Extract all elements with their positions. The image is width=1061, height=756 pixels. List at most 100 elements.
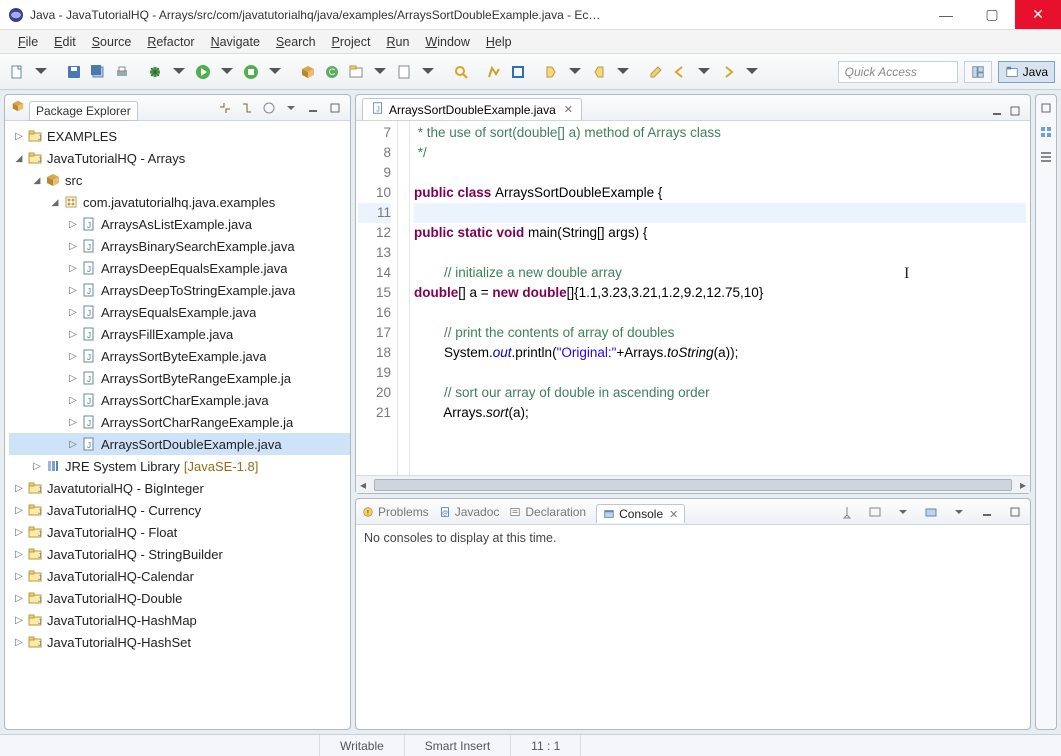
editor-code[interactable]: * the use of sort(double[] a) method of … [410,121,1030,475]
new-class-button[interactable]: C [321,61,343,83]
package-explorer-tree[interactable]: JEXAMPLESJJavaTutorialHQ - Arrayssrccom.… [5,121,350,729]
tree-item[interactable]: JJavatutorialHQ - BigInteger [9,477,350,499]
tree-item[interactable]: JArraysEqualsExample.java [9,301,350,323]
tree-item[interactable]: src [9,169,350,191]
run-dropdown[interactable] [216,61,238,83]
menu-file[interactable]: File [10,35,46,49]
new-dropdown[interactable] [30,61,52,83]
outline-view-icon[interactable] [1037,123,1055,141]
tree-item[interactable]: JArraysAsListExample.java [9,213,350,235]
toggle-block-button[interactable] [507,61,529,83]
bottom-maximize-button[interactable] [1006,503,1024,521]
tree-item[interactable]: JArraysSortDoubleExample.java [9,433,350,455]
next-dropdown[interactable] [564,61,586,83]
expand-icon[interactable] [31,461,43,472]
expand-icon[interactable] [67,351,79,362]
expand-icon[interactable] [13,615,25,626]
expand-icon[interactable] [67,329,79,340]
save-all-button[interactable] [87,61,109,83]
tree-item[interactable]: JArraysBinarySearchExample.java [9,235,350,257]
minimize-button[interactable]: — [923,0,969,29]
expand-icon[interactable] [13,483,25,494]
tree-item[interactable]: JArraysDeepToStringExample.java [9,279,350,301]
editor-minimize-button[interactable] [988,102,1006,120]
open-type-button[interactable] [345,61,367,83]
open-console-dropdown[interactable] [950,503,968,521]
tree-item[interactable]: JJavaTutorialHQ - Arrays [9,147,350,169]
expand-icon[interactable] [67,417,79,428]
menu-run[interactable]: Run [378,35,417,49]
tree-item[interactable]: JJavaTutorialHQ-Double [9,587,350,609]
editor-horizontal-scrollbar[interactable]: ◂ ▸ [356,475,1030,493]
tree-item[interactable]: com.javatutorialhq.java.examples [9,191,350,213]
quick-access-field[interactable]: Quick Access [838,61,958,83]
expand-icon[interactable] [67,241,79,252]
bottom-minimize-button[interactable] [978,503,996,521]
tree-item[interactable]: JRE System Library[JavaSE-1.8] [9,455,350,477]
display-selected-console-button[interactable] [866,503,884,521]
link-editor-button[interactable] [238,99,256,117]
expand-icon[interactable] [67,439,79,450]
tab-declaration[interactable]: Declaration [509,505,586,519]
expand-icon[interactable] [67,307,79,318]
tree-item[interactable]: JJavaTutorialHQ - Currency [9,499,350,521]
next-annotation-button[interactable] [540,61,562,83]
focus-task-button[interactable] [260,99,278,117]
search-button[interactable] [450,61,472,83]
expand-icon[interactable] [67,395,79,406]
expand-icon[interactable] [13,571,25,582]
new-button[interactable] [6,61,28,83]
fold-bar[interactable] [398,121,410,475]
editor-body[interactable]: 789101112131415161718192021 * the use of… [356,121,1030,475]
run-last-button[interactable] [240,61,262,83]
new-package-button[interactable] [297,61,319,83]
collapse-icon[interactable] [13,153,25,164]
prev-annotation-button[interactable] [588,61,610,83]
expand-icon[interactable] [13,549,25,560]
close-button[interactable]: ✕ [1015,0,1061,29]
expand-icon[interactable] [67,285,79,296]
open-console-button[interactable] [922,503,940,521]
open-type-dropdown[interactable] [369,61,391,83]
expand-icon[interactable] [13,527,25,538]
tab-console[interactable]: Console✕ [596,504,685,523]
menu-navigate[interactable]: Navigate [203,35,268,49]
editor-tab-active[interactable]: J ArraysSortDoubleExample.java ✕ [362,98,582,120]
forward-dropdown[interactable] [741,61,763,83]
collapse-icon[interactable] [49,197,61,208]
tree-item[interactable]: JArraysSortByteRangeExample.ja [9,367,350,389]
save-button[interactable] [63,61,85,83]
forward-button[interactable] [717,61,739,83]
tab-javadoc[interactable]: @Javadoc [439,505,500,519]
collapse-icon[interactable] [31,175,43,186]
toggle-mark-button[interactable] [483,61,505,83]
tree-item[interactable]: JJavaTutorialHQ-Calendar [9,565,350,587]
debug-dropdown[interactable] [168,61,190,83]
tree-item[interactable]: JArraysFillExample.java [9,323,350,345]
expand-icon[interactable] [13,593,25,604]
last-edit-button[interactable] [645,61,667,83]
tree-item[interactable]: JArraysSortByteExample.java [9,345,350,367]
expand-icon[interactable] [67,373,79,384]
tree-item[interactable]: JJavaTutorialHQ-HashSet [9,631,350,653]
run-button[interactable] [192,61,214,83]
minimize-view-button[interactable] [304,99,322,117]
console-dropdown-button[interactable] [894,503,912,521]
print-button[interactable] [111,61,133,83]
prev-dropdown[interactable] [612,61,634,83]
open-task-dropdown[interactable] [417,61,439,83]
expand-icon[interactable] [13,505,25,516]
expand-icon[interactable] [13,637,25,648]
task-list-view-icon[interactable] [1037,147,1055,165]
menu-edit[interactable]: Edit [46,35,84,49]
tree-item[interactable]: JArraysSortCharRangeExample.ja [9,411,350,433]
open-perspective-button[interactable] [964,61,992,83]
menu-window[interactable]: Window [417,35,477,49]
collapse-all-button[interactable] [216,99,234,117]
debug-button[interactable] [144,61,166,83]
back-button[interactable] [669,61,691,83]
view-menu-button[interactable] [282,99,300,117]
menu-project[interactable]: Project [324,35,379,49]
tree-item[interactable]: JEXAMPLES [9,125,350,147]
tree-item[interactable]: JJavaTutorialHQ - StringBuilder [9,543,350,565]
